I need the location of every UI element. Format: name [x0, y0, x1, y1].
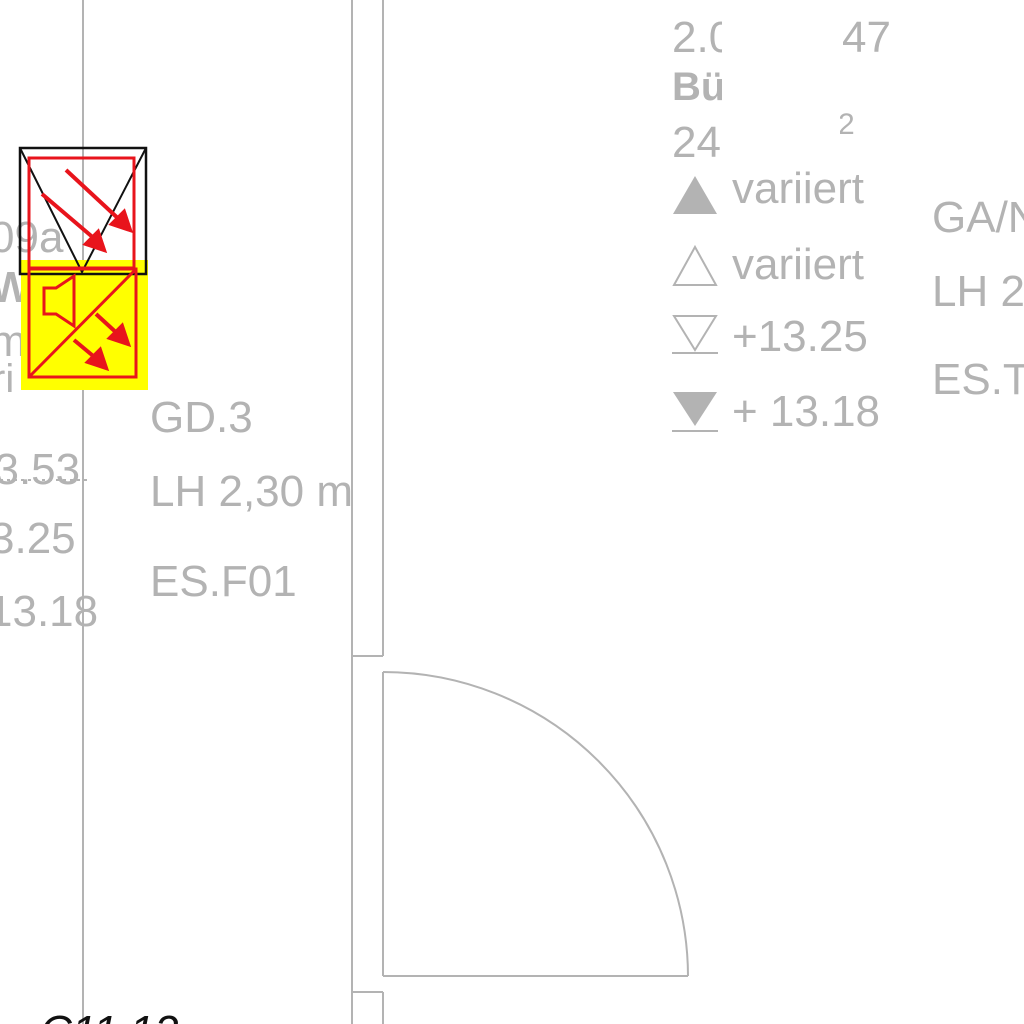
- room-right-ceiling-top: variiert: [732, 164, 864, 213]
- room-right-area-end: 2: [838, 108, 855, 141]
- bottom-room-label: C11.12: [40, 1007, 179, 1024]
- room-left-number: 09a: [0, 213, 64, 262]
- room-center-height: LH 2,30 m: [150, 467, 353, 516]
- room-far-right-zone: ES.T0: [932, 355, 1024, 404]
- symbol-yellow-fill: [21, 260, 148, 390]
- floor-finished-outline-icon: [672, 315, 718, 352]
- room-center-zone: ES.F01: [150, 557, 297, 606]
- smoke-vent-alarm-icon: [18, 146, 148, 390]
- room-far-right-height: LH 2,: [932, 267, 1024, 316]
- room-right-number-end: 47: [842, 13, 891, 62]
- room-far-right-code: GA/N: [932, 193, 1024, 242]
- room-far-right-label: GA/N LH 2, ES.T0: [932, 193, 1024, 404]
- room-right-label: 2.0 47 Bü 24 2 variiert variiert +13.25 …: [672, 10, 891, 436]
- room-left-line-a: ri: [0, 357, 14, 401]
- room-right-ceiling-bottom: variiert: [732, 240, 864, 289]
- room-left-level-top: 3.25: [0, 514, 76, 563]
- floor-plan-drawing: 09a W m ri 13.53 3.25 13.18 GD.3 LH 2: [0, 0, 1024, 1024]
- room-left-line-b: 13.53: [0, 445, 80, 494]
- room-center-label: GD.3 LH 2,30 m ES.F01: [150, 393, 353, 606]
- room-left-level-bottom: 13.18: [0, 587, 98, 636]
- room-center-code: GD.3: [150, 393, 253, 442]
- label-mask: [722, 10, 840, 160]
- room-right-floor-raw: + 13.18: [732, 387, 880, 436]
- room-right-area-start: 24: [672, 118, 721, 167]
- room-right-name: Bü: [672, 65, 725, 109]
- ceiling-top-filled-icon: [673, 176, 717, 214]
- door-swing-arc: [382, 671, 689, 977]
- floor-raw-filled-icon: [673, 392, 717, 426]
- ceiling-bottom-outline-icon: [672, 244, 718, 286]
- room-right-floor-finished: +13.25: [732, 312, 868, 361]
